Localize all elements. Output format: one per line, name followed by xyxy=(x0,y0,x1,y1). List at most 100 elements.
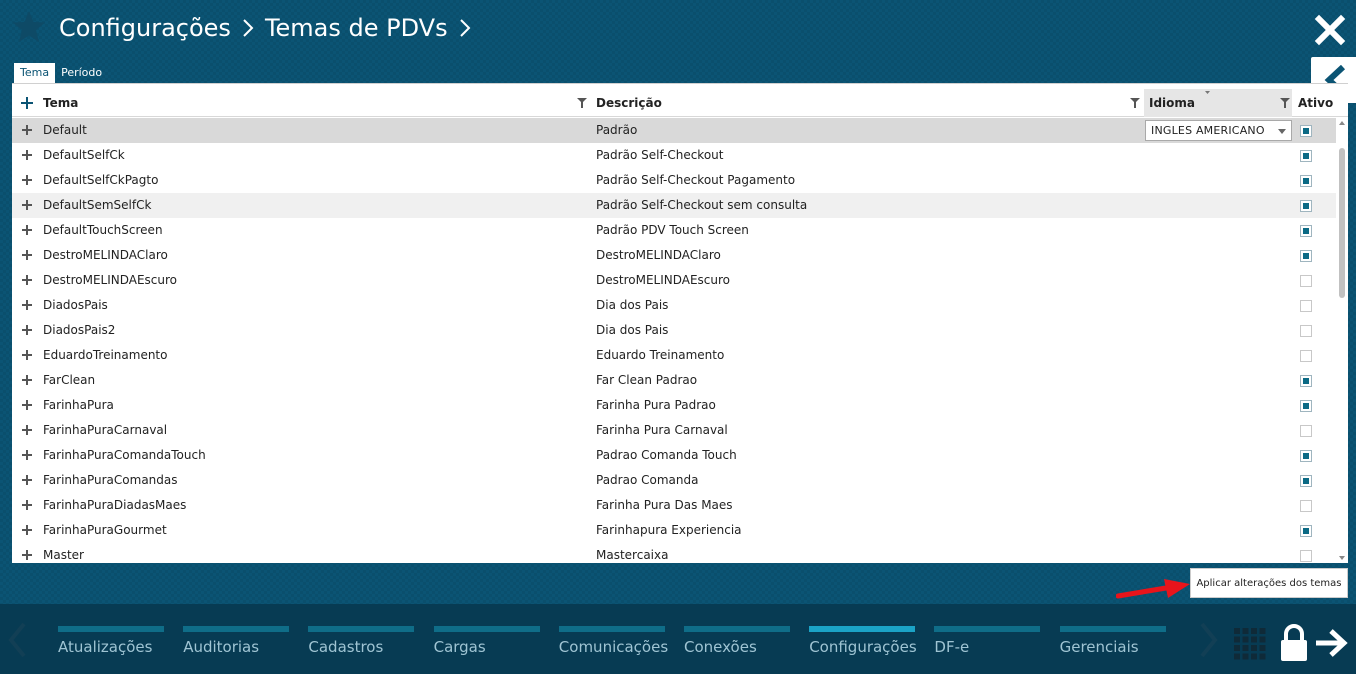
menu-item[interactable]: Configurações xyxy=(809,626,917,666)
menu-item[interactable]: Auditorias xyxy=(183,626,290,666)
ativo-checkbox[interactable] xyxy=(1300,200,1312,212)
table-row[interactable]: FarClean Far Clean Padrao xyxy=(12,368,1336,393)
expand-row-icon[interactable] xyxy=(22,350,32,360)
table-row[interactable]: DestroMELINDAClaro DestroMELINDAClaro xyxy=(12,243,1336,268)
ativo-checkbox[interactable] xyxy=(1300,450,1312,462)
column-header-idioma[interactable]: Idioma xyxy=(1149,89,1195,117)
ativo-checkbox[interactable] xyxy=(1300,350,1312,362)
table-row[interactable]: DefaultSelfCk Padrão Self-Checkout xyxy=(12,143,1336,168)
table-row[interactable]: FarinhaPura Farinha Pura Padrao xyxy=(12,393,1336,418)
themes-grid: Tema Descrição Idioma Ativo Default Padrã… xyxy=(12,83,1348,563)
menu-item[interactable]: Conexões xyxy=(684,626,790,666)
table-row[interactable]: Default Padrão INGLES AMERICANO xyxy=(12,118,1336,143)
ativo-checkbox[interactable] xyxy=(1300,525,1312,537)
expand-row-icon[interactable] xyxy=(22,275,32,285)
table-row[interactable]: FarinhaPuraComandas Padrao Comanda xyxy=(12,468,1336,493)
vertical-scrollbar[interactable] xyxy=(1336,118,1348,563)
table-row[interactable]: DestroMELINDAEscuro DestroMELINDAEscuro xyxy=(12,268,1336,293)
breadcrumb-item-configuracoes[interactable]: Configurações xyxy=(59,14,231,42)
expand-row-icon[interactable] xyxy=(22,200,32,210)
ativo-checkbox[interactable] xyxy=(1300,275,1312,287)
filter-icon[interactable] xyxy=(1130,98,1140,108)
table-row[interactable]: FarinhaPuraComandaTouch Padrao Comanda To… xyxy=(12,443,1336,468)
ativo-checkbox[interactable] xyxy=(1300,150,1312,162)
add-row-icon[interactable] xyxy=(21,97,33,109)
expand-row-icon[interactable] xyxy=(22,125,32,135)
ativo-checkbox[interactable] xyxy=(1300,375,1312,387)
tab-tema[interactable]: Tema xyxy=(14,63,56,83)
ativo-checkbox[interactable] xyxy=(1300,550,1312,562)
expand-row-icon[interactable] xyxy=(22,400,32,410)
table-row[interactable]: EduardoTreinamento Eduardo Treinamento xyxy=(12,343,1336,368)
table-row[interactable]: FarinhaPuraGourmet Farinhapura Experienci… xyxy=(12,518,1336,543)
ativo-checkbox[interactable] xyxy=(1300,475,1312,487)
table-row[interactable]: DefaultTouchScreen Padrão PDV Touch Scree… xyxy=(12,218,1336,243)
ativo-checkbox[interactable] xyxy=(1300,425,1312,437)
scroll-up-icon[interactable] xyxy=(1339,120,1345,126)
ativo-checkbox[interactable] xyxy=(1300,400,1312,412)
expand-row-icon[interactable] xyxy=(22,150,32,160)
table-row[interactable]: DiadosPais Dia dos Pais xyxy=(12,293,1336,318)
cell-descricao: Farinha Pura Das Maes xyxy=(596,498,733,512)
menu-item-bar xyxy=(433,626,540,632)
menu-item-bar xyxy=(558,626,665,632)
expand-row-icon[interactable] xyxy=(22,225,32,235)
ativo-checkbox[interactable] xyxy=(1300,225,1312,237)
expand-row-icon[interactable] xyxy=(22,475,32,485)
menu-item[interactable]: Atualizações xyxy=(58,626,164,666)
filter-icon[interactable] xyxy=(577,98,587,108)
menu-prev-icon[interactable] xyxy=(6,622,28,658)
expand-row-icon[interactable] xyxy=(22,525,32,535)
ativo-checkbox[interactable] xyxy=(1300,325,1312,337)
ativo-checkbox[interactable] xyxy=(1300,300,1312,312)
apps-grid-icon[interactable] xyxy=(1234,628,1266,660)
tab-periodo[interactable]: Período xyxy=(55,63,108,83)
close-icon[interactable] xyxy=(1314,14,1346,46)
expand-row-icon[interactable] xyxy=(22,450,32,460)
cell-tema: DestroMELINDAEscuro xyxy=(43,273,178,287)
apply-theme-changes-button[interactable]: Aplicar alterações dos temas xyxy=(1190,568,1348,598)
table-row[interactable]: Master Mastercaixa xyxy=(12,543,1336,568)
scroll-down-icon[interactable] xyxy=(1339,555,1345,561)
menu-item[interactable]: Cadastros xyxy=(308,626,415,666)
expand-row-icon[interactable] xyxy=(22,425,32,435)
scroll-thumb[interactable] xyxy=(1339,148,1345,298)
column-header-ativo[interactable]: Ativo xyxy=(1298,89,1333,117)
expand-row-icon[interactable] xyxy=(22,500,32,510)
ativo-checkbox[interactable] xyxy=(1300,125,1312,137)
logout-arrow-icon[interactable] xyxy=(1314,628,1348,658)
menu-item-label: Cargas xyxy=(433,638,486,656)
idioma-select[interactable]: INGLES AMERICANO xyxy=(1145,120,1292,141)
table-row[interactable]: DefaultSemSelfCk Padrão Self-Checkout sem… xyxy=(12,193,1336,218)
cell-tema: DiadosPais2 xyxy=(43,323,116,337)
favorite-star-icon[interactable] xyxy=(12,10,46,44)
menu-item[interactable]: Gerenciais xyxy=(1059,626,1166,666)
table-row[interactable]: DiadosPais2 Dia dos Pais xyxy=(12,318,1336,343)
expand-row-icon[interactable] xyxy=(22,250,32,260)
menu-item-label: Configurações xyxy=(809,638,917,656)
expand-row-icon[interactable] xyxy=(22,300,32,310)
tab-strip: Tema Período xyxy=(14,63,108,83)
filter-icon[interactable] xyxy=(1280,98,1290,108)
menu-item[interactable]: Cargas xyxy=(433,626,540,666)
menu-item[interactable]: Comunicações xyxy=(558,626,668,666)
expand-row-icon[interactable] xyxy=(22,325,32,335)
cell-descricao: Dia dos Pais xyxy=(596,323,669,337)
table-row[interactable]: FarinhaPuraDiadasMaes Farinha Pura Das Ma… xyxy=(12,493,1336,518)
column-header-descricao[interactable]: Descrição xyxy=(596,89,662,117)
breadcrumb: Configurações Temas de PDVs xyxy=(59,11,472,45)
lock-icon[interactable] xyxy=(1280,624,1308,662)
menu-item-bar xyxy=(934,626,1041,632)
column-header-tema[interactable]: Tema xyxy=(43,89,78,117)
expand-row-icon[interactable] xyxy=(22,175,32,185)
ativo-checkbox[interactable] xyxy=(1300,500,1312,512)
table-row[interactable]: DefaultSelfCkPagto Padrão Self-Checkout P… xyxy=(12,168,1336,193)
ativo-checkbox[interactable] xyxy=(1300,250,1312,262)
cell-tema: FarinhaPuraDiadasMaes xyxy=(43,498,187,512)
menu-next-icon[interactable] xyxy=(1198,622,1220,658)
menu-item[interactable]: DF-e xyxy=(934,626,1041,666)
ativo-checkbox[interactable] xyxy=(1300,175,1312,187)
expand-row-icon[interactable] xyxy=(22,375,32,385)
expand-row-icon[interactable] xyxy=(22,550,32,560)
table-row[interactable]: FarinhaPuraCarnaval Farinha Pura Carnaval xyxy=(12,418,1336,443)
